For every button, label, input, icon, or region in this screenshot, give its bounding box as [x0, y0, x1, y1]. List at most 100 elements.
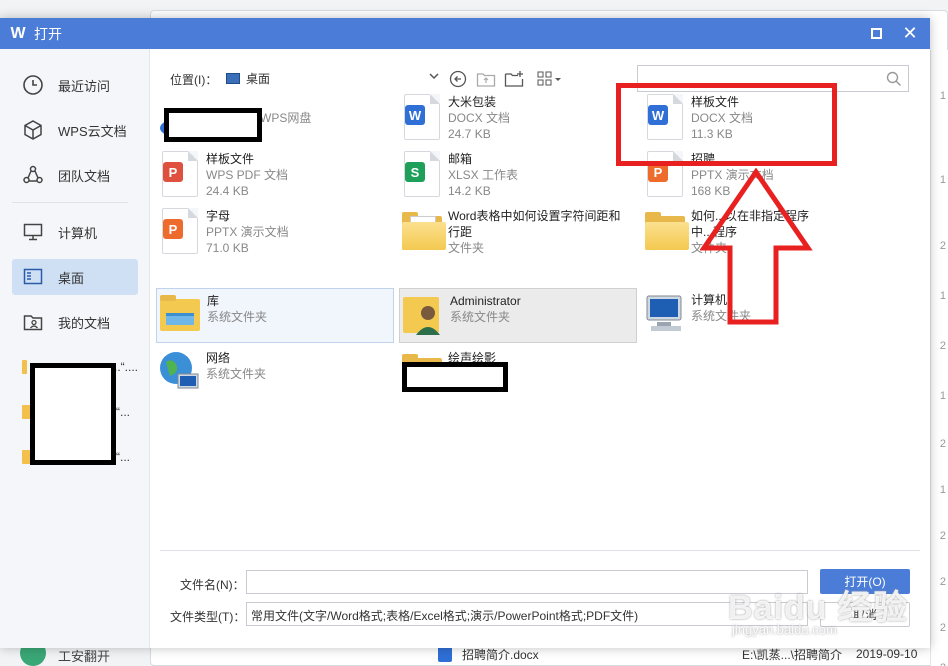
- desktop-icon: [226, 72, 240, 84]
- file-tile-docx[interactable]: W 大米包装 DOCX 文档 24.7 KB: [398, 90, 636, 144]
- bg-col-num: 1: [939, 390, 946, 402]
- close-icon: ✕: [902, 23, 918, 43]
- folder-name: Word表格中如何设置字符间距和: [448, 209, 621, 223]
- bg-col-num: 2: [939, 340, 946, 352]
- user-folder-icon: [400, 289, 450, 341]
- computer-icon: [641, 288, 691, 340]
- folder-tile-library[interactable]: 库系统文件夹: [156, 288, 394, 343]
- recent-folder-label: “...: [116, 450, 130, 464]
- sidebar-item-label: 计算机: [58, 225, 98, 241]
- recent-folder-label: “...: [116, 405, 130, 419]
- cloud-cube-icon: [22, 119, 44, 141]
- chevron-down-icon: [428, 70, 440, 85]
- pptx-icon: P: [156, 204, 206, 256]
- bg-col-num: 1: [939, 290, 946, 302]
- file-type: 系统文件夹: [450, 310, 511, 324]
- folder-name-line2: 行距: [448, 225, 473, 239]
- sidebar-item-label: 我的文档: [58, 315, 111, 331]
- file-name: 字母: [206, 209, 231, 223]
- new-folder-button[interactable]: [504, 69, 524, 89]
- file-tile-xlsx[interactable]: S 邮箱 XLSX 工作表 14.2 KB: [398, 147, 636, 201]
- file-tile-pdf[interactable]: P 样板文件 WPS PDF 文档 24.4 KB: [156, 147, 394, 201]
- dialog-sidebar: 最近访问 WPS云文档 团队文档 计算机 桌面 我的文档 ...“.... “.…: [0, 49, 150, 648]
- filetype-label: 文件类型(T)：: [170, 610, 246, 624]
- background-right-column: 1 2 1 2 1 2 1 2 2 2 2 1: [930, 50, 948, 666]
- sidebar-item-wps-cloud[interactable]: WPS云文档: [12, 112, 138, 148]
- up-arrow-annotation: [700, 168, 813, 325]
- file-type: PPTX 演示文档: [206, 225, 289, 239]
- file-name: 大米包装: [448, 95, 497, 109]
- xlsx-icon: S: [398, 147, 448, 199]
- location-dropdown[interactable]: 桌面: [226, 66, 440, 90]
- dialog-titlebar[interactable]: W 打开 ✕: [0, 18, 930, 49]
- maximize-button[interactable]: [860, 18, 892, 49]
- bg-row-filename: 招聘简介.docx: [462, 647, 539, 662]
- wps-logo-icon: W: [10, 24, 26, 42]
- baidu-watermark-url: jingyan.baidu.com: [732, 622, 837, 637]
- location-toolbar: 位置(I)： 桌面: [150, 49, 930, 92]
- sidebar-item-desktop[interactable]: 桌面: [12, 259, 138, 295]
- team-icon: [22, 164, 44, 186]
- bg-col-num: 2: [939, 530, 946, 542]
- folder-icon: [641, 204, 691, 256]
- desktop-icon: [22, 266, 44, 288]
- bg-col-num: 1: [939, 484, 946, 496]
- divider: [160, 550, 920, 551]
- bg-row-path: E:\凯蒸...\招聘简介: [742, 647, 843, 662]
- highlight-rectangle: [616, 83, 837, 166]
- sidebar-divider: [12, 202, 128, 203]
- folder-tile-administrator[interactable]: Administrator 系统文件夹: [399, 288, 637, 343]
- grid-view-icon: [537, 71, 561, 86]
- sidebar-item-my-documents[interactable]: 我的文档: [12, 304, 138, 340]
- monitor-icon: [22, 221, 44, 243]
- folder-tile[interactable]: Word表格中如何设置字符间距和 行距 文件夹: [398, 204, 636, 258]
- filename-input[interactable]: [246, 570, 808, 594]
- bg-app-label: 工安翻开: [58, 649, 111, 664]
- bg-row-date: 2019-09-10: [856, 647, 918, 661]
- location-value: 桌面: [246, 71, 271, 86]
- clock-icon: [22, 74, 44, 96]
- file-type: XLSX 工作表: [448, 168, 519, 182]
- file-type: WPS PDF 文档: [206, 168, 289, 182]
- new-folder-icon: [504, 71, 524, 87]
- folder-icon: [22, 360, 27, 374]
- file-size: 71.0 KB: [206, 241, 249, 255]
- up-folder-icon: [476, 73, 496, 87]
- sidebar-item-label: WPS云文档: [58, 123, 127, 139]
- library-folder-icon: [157, 289, 207, 341]
- sidebar-item-computer[interactable]: 计算机: [12, 214, 138, 250]
- redaction-box: [402, 362, 508, 392]
- folder-name: Administrator: [450, 294, 521, 308]
- maximize-icon: [870, 28, 882, 39]
- filetype-select[interactable]: 常用文件(文字/Word格式;表格/Excel格式;演示/PowerPoint格…: [246, 602, 808, 626]
- sidebar-item-team-docs[interactable]: 团队文档: [12, 157, 138, 193]
- dialog-title: 打开: [34, 25, 62, 42]
- file-size: 24.4 KB: [206, 184, 249, 198]
- file-size: 14.2 KB: [448, 184, 491, 198]
- file-name: 样板文件: [206, 152, 255, 166]
- bg-col-num: 2: [939, 622, 946, 634]
- back-button[interactable]: [448, 69, 468, 89]
- file-type: DOCX 文档: [448, 111, 511, 125]
- redaction-box: [164, 108, 262, 142]
- file-type: 系统文件夹: [207, 310, 268, 324]
- file-name: 邮箱: [448, 152, 473, 166]
- file-type: 系统文件夹: [206, 367, 267, 381]
- sidebar-item-label: 最近访问: [58, 78, 111, 94]
- pdf-icon: P: [156, 147, 206, 199]
- file-size: 24.7 KB: [448, 127, 491, 141]
- folder-tile-network[interactable]: 网络 系统文件夹: [156, 346, 394, 400]
- search-icon[interactable]: [886, 71, 902, 87]
- network-globe-icon: [156, 346, 206, 398]
- bg-col-num: 2: [939, 576, 946, 588]
- up-folder-button[interactable]: [476, 69, 496, 89]
- folder-icon: [398, 204, 448, 256]
- view-mode-button[interactable]: [536, 69, 564, 89]
- sidebar-item-recent[interactable]: 最近访问: [12, 67, 138, 103]
- bg-col-num: 1: [939, 90, 946, 102]
- back-arrow-icon: [449, 70, 467, 88]
- close-button[interactable]: ✕: [894, 18, 926, 49]
- file-tile-pptx[interactable]: P 字母 PPTX 演示文档 71.0 KB: [156, 204, 394, 258]
- bg-col-num: 1: [939, 174, 946, 186]
- bg-col-num: 2: [939, 438, 946, 450]
